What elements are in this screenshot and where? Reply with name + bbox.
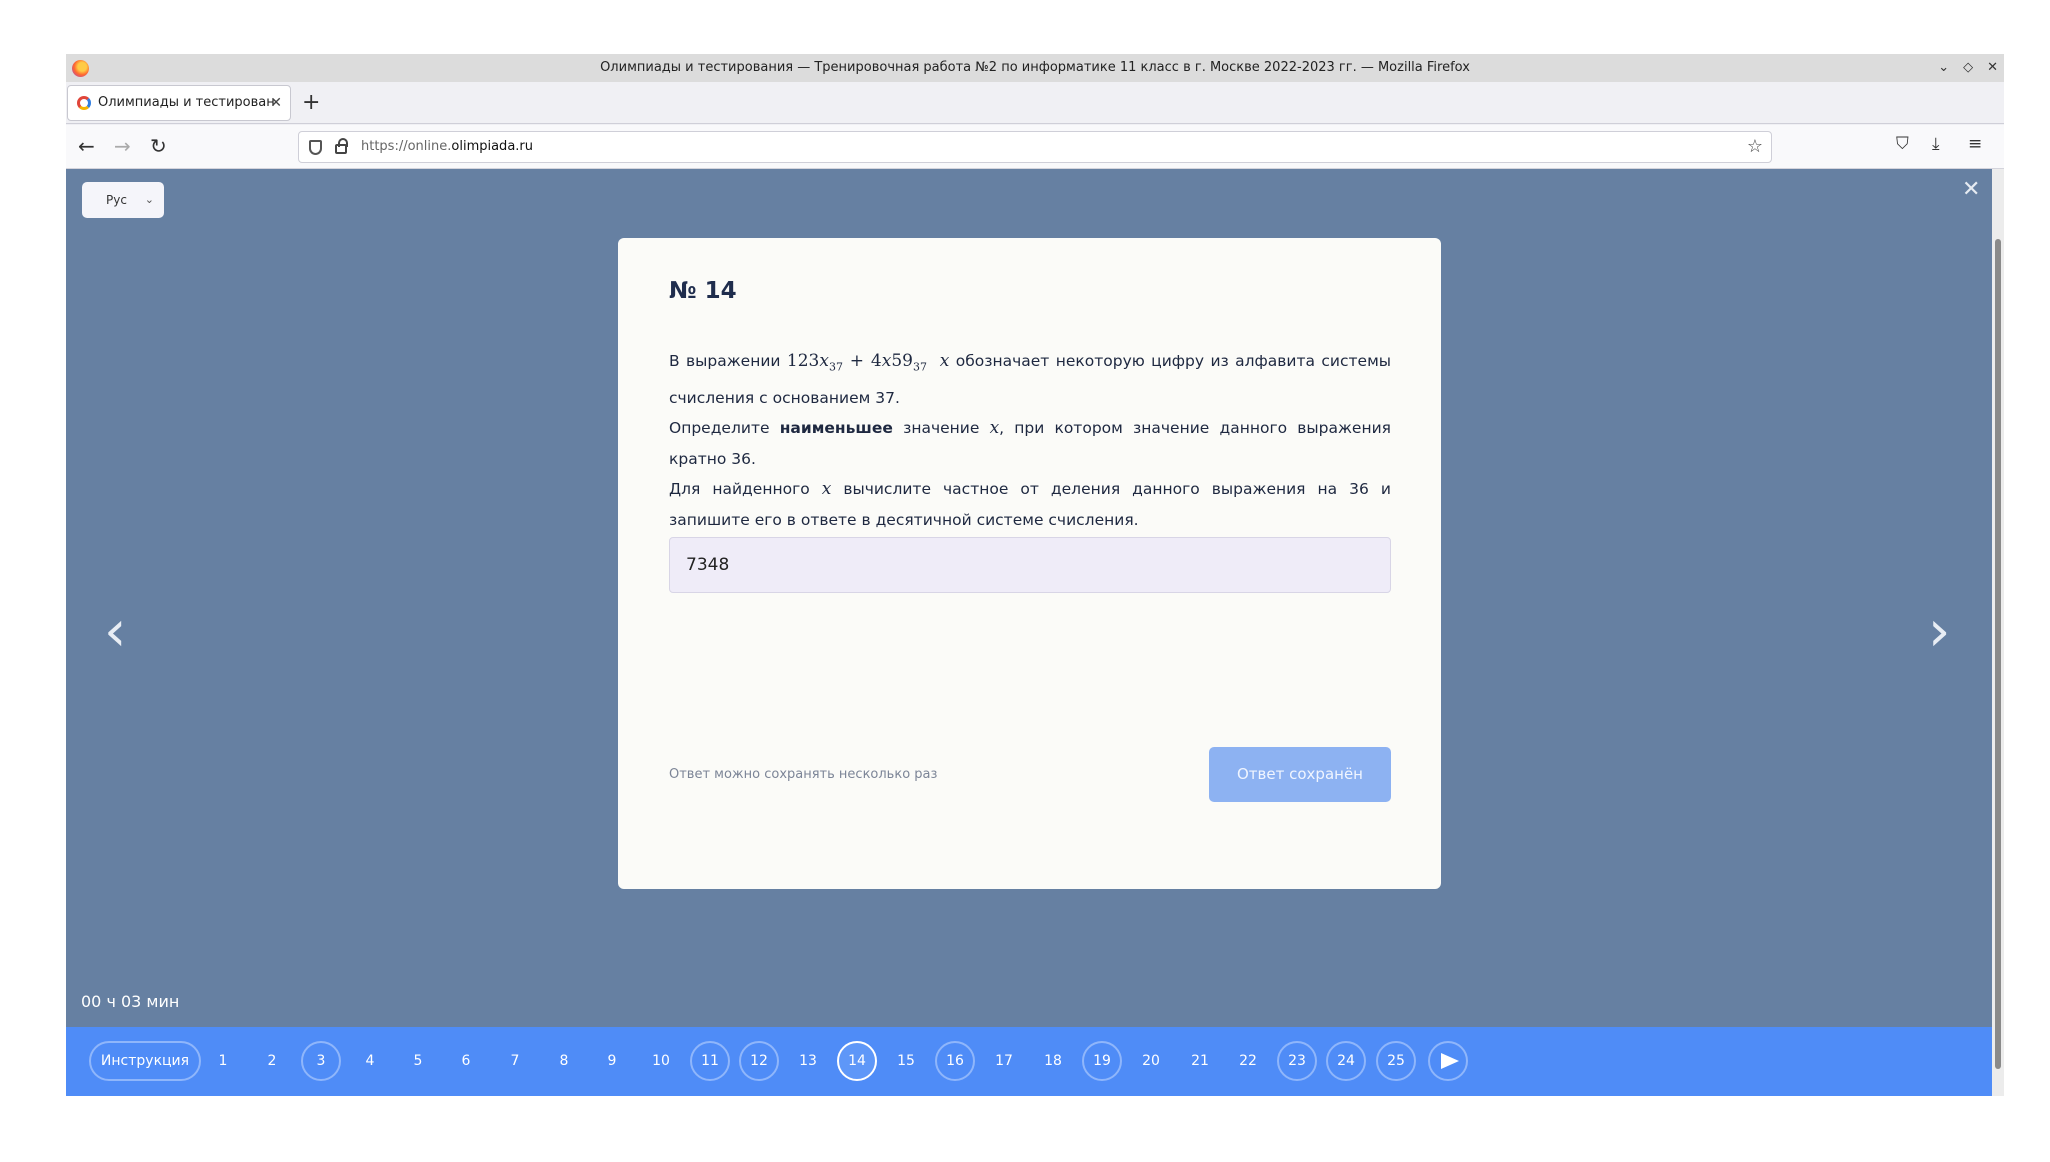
close-window-icon[interactable]: ✕ [1987, 54, 1998, 82]
url-bar[interactable]: https://online.olimpiada.ru ☆ [298, 131, 1772, 163]
timer: 00 ч 03 мин [81, 992, 180, 1011]
question-button-8[interactable]: 8 [544, 1041, 584, 1081]
question-button-3[interactable]: 3 [301, 1041, 341, 1081]
question-text: В выражении 123x37 + 4x5937 x обозначает… [669, 351, 1392, 529]
firefox-logo-icon [72, 60, 89, 77]
answer-input[interactable]: 7348 [669, 537, 1391, 593]
page-content: Рус ⌄ ✕ ‹ › № 14 В выражении 123x37 + 4x… [66, 169, 1992, 1096]
question-button-4[interactable]: 4 [350, 1041, 390, 1081]
title-bar: Олимпиады и тестирования — Тренировочная… [66, 54, 2004, 82]
question-navigation: Инструкция 1 2 3 4 5 6 7 8 9 10 11 12 13 14 15 16 17 18 19… [66, 1027, 1992, 1096]
save-answer-button[interactable]: Ответ сохранён [1209, 747, 1391, 802]
question-card: № 14 В выражении 123x37 + 4x5937 x обозн… [618, 238, 1441, 889]
question-button-18[interactable]: 18 [1033, 1041, 1073, 1081]
window-controls: ⌄ ◇ ✕ [1938, 54, 1998, 82]
question-button-2[interactable]: 2 [252, 1041, 292, 1081]
forward-button[interactable]: → [114, 133, 131, 159]
tab-label: Олимпиады и тестирован [98, 95, 275, 110]
chevron-down-icon: ⌄ [144, 193, 154, 206]
question-button-5[interactable]: 5 [398, 1041, 438, 1081]
tab-close-icon[interactable]: ✕ [270, 86, 282, 120]
language-label: Рус [106, 193, 127, 207]
tracking-shield-icon[interactable] [309, 140, 322, 155]
minimize-icon[interactable]: ⌄ [1938, 54, 1949, 82]
question-button-16[interactable]: 16 [935, 1041, 975, 1081]
question-button-24[interactable]: 24 [1326, 1041, 1366, 1081]
browser-tab[interactable]: Олимпиады и тестирован ✕ [67, 85, 291, 121]
tab-strip: Олимпиады и тестирован ✕ + [66, 82, 2004, 124]
close-icon[interactable]: ✕ [1962, 177, 1980, 202]
scrollbar[interactable] [1992, 169, 2004, 1096]
question-button-14[interactable]: 14 [837, 1041, 877, 1081]
question-button-25[interactable]: 25 [1376, 1041, 1416, 1081]
browser-window: Олимпиады и тестирования — Тренировочная… [66, 54, 2004, 1096]
language-select[interactable]: Рус ⌄ [82, 182, 164, 218]
bookmark-star-icon[interactable]: ☆ [1747, 132, 1763, 162]
maximize-icon[interactable]: ◇ [1963, 54, 1973, 82]
question-button-6[interactable]: 6 [446, 1041, 486, 1081]
menu-icon[interactable]: ≡ [1968, 134, 1982, 154]
question-button-11[interactable]: 11 [690, 1041, 730, 1081]
url-text[interactable]: https://online.olimpiada.ru [361, 132, 533, 162]
new-tab-button[interactable]: + [302, 90, 320, 116]
download-icon[interactable]: ⤓ [1932, 134, 1940, 154]
question-number: № 14 [669, 278, 737, 304]
window-title: Олимпиады и тестирования — Тренировочная… [600, 60, 1470, 75]
question-button-1[interactable]: 1 [203, 1041, 243, 1081]
submit-send-icon[interactable] [1428, 1041, 1468, 1081]
question-button-7[interactable]: 7 [495, 1041, 535, 1081]
question-button-13[interactable]: 13 [788, 1041, 828, 1081]
save-hint: Ответ можно сохранять несколько раз [669, 767, 938, 782]
instructions-button[interactable]: Инструкция [89, 1041, 201, 1081]
math-expression: 123x37 + 4x5937 [786, 351, 927, 374]
navigation-bar: ← → ↻ https://online.olimpiada.ru ☆ ⛉ ⤓ … [66, 125, 2004, 169]
reload-button[interactable]: ↻ [150, 133, 167, 159]
question-button-17[interactable]: 17 [984, 1041, 1024, 1081]
question-button-19[interactable]: 19 [1082, 1041, 1122, 1081]
lock-icon[interactable] [335, 138, 348, 154]
question-button-12[interactable]: 12 [739, 1041, 779, 1081]
question-button-9[interactable]: 9 [592, 1041, 632, 1081]
site-favicon-icon [77, 96, 91, 110]
back-button[interactable]: ← [78, 133, 95, 159]
pocket-icon[interactable]: ⛉ [1896, 134, 1909, 154]
question-button-10[interactable]: 10 [641, 1041, 681, 1081]
previous-question-arrow[interactable]: ‹ [104, 604, 126, 660]
next-question-arrow[interactable]: › [1928, 604, 1950, 660]
question-button-20[interactable]: 20 [1131, 1041, 1171, 1081]
question-button-23[interactable]: 23 [1277, 1041, 1317, 1081]
scrollbar-thumb[interactable] [1995, 239, 2001, 1069]
question-button-22[interactable]: 22 [1228, 1041, 1268, 1081]
question-button-15[interactable]: 15 [886, 1041, 926, 1081]
question-button-21[interactable]: 21 [1180, 1041, 1220, 1081]
